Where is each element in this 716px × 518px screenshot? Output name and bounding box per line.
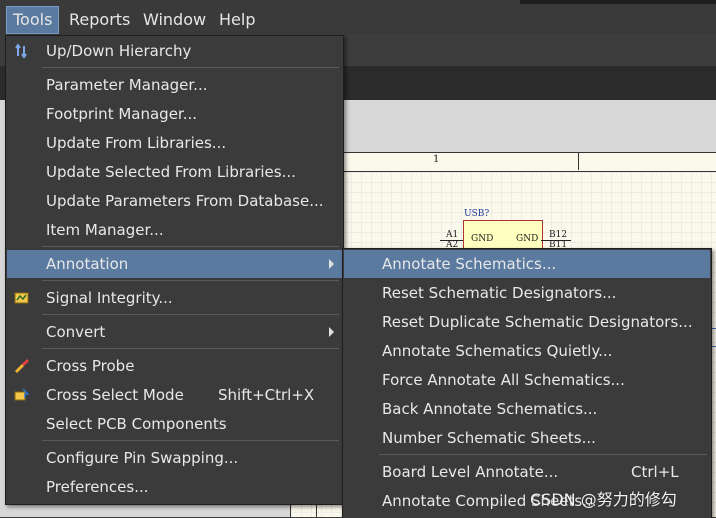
pin-line xyxy=(541,240,571,241)
menu-reports[interactable]: Reports xyxy=(63,7,136,33)
menu-item-label: Annotate Schematics Quietly... xyxy=(382,342,613,360)
menu-item-footprint-manager[interactable]: Footprint Manager... xyxy=(7,100,342,128)
menu-item-label: Update Selected From Libraries... xyxy=(46,163,296,181)
sheet-border-zone xyxy=(290,152,716,172)
menu-item-label: Number Schematic Sheets... xyxy=(382,429,596,447)
signal-integrity-icon xyxy=(14,290,30,306)
menu-item-board-level-annotate[interactable]: Board Level Annotate... Ctrl+L xyxy=(344,458,710,486)
menu-item-label: Footprint Manager... xyxy=(46,105,198,123)
menu-item-label: Cross Probe xyxy=(46,357,135,375)
menu-item-label: Signal Integrity... xyxy=(46,289,173,307)
sheet-zone-label: 1 xyxy=(433,154,440,165)
menu-item-label: Parameter Manager... xyxy=(46,76,208,94)
menu-item-label: Configure Pin Swapping... xyxy=(46,449,239,467)
menu-item-number-schematic-sheets[interactable]: Number Schematic Sheets... xyxy=(344,424,710,452)
title-strip xyxy=(520,0,716,4)
menu-help[interactable]: Help xyxy=(213,7,261,33)
pin-number-b12: B12 xyxy=(549,230,568,240)
menu-tools[interactable]: Tools xyxy=(6,6,60,34)
cross-probe-icon xyxy=(14,358,30,374)
menu-item-convert[interactable]: Convert xyxy=(7,318,342,346)
menu-item-label: Reset Schematic Designators... xyxy=(382,284,617,302)
menu-item-label: Preferences... xyxy=(46,478,149,496)
component-designator: USB? xyxy=(464,209,490,219)
menu-item-cross-probe[interactable]: Cross Probe xyxy=(7,352,342,380)
menu-item-label: Convert xyxy=(46,323,106,341)
menu-item-update-from-libraries[interactable]: Update From Libraries... xyxy=(7,129,342,157)
menu-item-label: Up/Down Hierarchy xyxy=(46,42,192,60)
annotation-submenu: Annotate Schematics... Reset Schematic D… xyxy=(342,248,712,518)
menu-item-label: Annotation xyxy=(46,255,129,273)
menu-item-parameter-manager[interactable]: Parameter Manager... xyxy=(7,71,342,99)
menu-item-label: Board Level Annotate... xyxy=(382,463,559,481)
pin-line xyxy=(440,240,463,241)
menu-separator xyxy=(42,348,339,349)
sheet-zone-divider xyxy=(578,152,579,170)
menu-item-label: Reset Duplicate Schematic Designators... xyxy=(382,313,693,331)
submenu-arrow-icon xyxy=(329,327,334,337)
watermark: CSDN @努力的修勾 xyxy=(530,490,677,509)
menu-item-label: Back Annotate Schematics... xyxy=(382,400,598,418)
menu-separator xyxy=(42,440,339,441)
pin-name-gnd: GND xyxy=(471,234,494,244)
menu-separator xyxy=(42,314,339,315)
menu-item-select-pcb-components[interactable]: Select PCB Components xyxy=(7,410,342,438)
menu-item-update-parameters-from-database[interactable]: Update Parameters From Database... xyxy=(7,187,342,215)
hierarchy-arrows-icon xyxy=(14,43,30,59)
menu-window[interactable]: Window xyxy=(137,7,212,33)
usb-component[interactable]: GND GND xyxy=(463,220,543,250)
pin-name-gnd: GND xyxy=(516,234,539,244)
menu-separator xyxy=(42,246,339,247)
menu-item-up-down-hierarchy[interactable]: Up/Down Hierarchy xyxy=(7,37,342,65)
menu-separator xyxy=(379,454,707,455)
menu-item-signal-integrity[interactable]: Signal Integrity... xyxy=(7,284,342,312)
menu-item-cross-select-mode[interactable]: Cross Select Mode Shift+Ctrl+X xyxy=(7,381,342,409)
menu-item-label: Cross Select Mode xyxy=(46,386,184,404)
menu-item-label: Update Parameters From Database... xyxy=(46,192,324,210)
menu-item-annotate-schematics-quietly[interactable]: Annotate Schematics Quietly... xyxy=(344,337,710,365)
menu-item-label: Force Annotate All Schematics... xyxy=(382,371,625,389)
menu-item-back-annotate-schematics[interactable]: Back Annotate Schematics... xyxy=(344,395,710,423)
menu-item-force-annotate-all-schematics[interactable]: Force Annotate All Schematics... xyxy=(344,366,710,394)
menu-item-label: Update From Libraries... xyxy=(46,134,227,152)
menu-item-configure-pin-swapping[interactable]: Configure Pin Swapping... xyxy=(7,444,342,472)
menu-item-update-selected-from-libraries[interactable]: Update Selected From Libraries... xyxy=(7,158,342,186)
menu-item-label: Item Manager... xyxy=(46,221,164,239)
menu-item-preferences[interactable]: Preferences... xyxy=(7,473,342,501)
menu-item-annotation[interactable]: Annotation xyxy=(7,250,342,278)
menu-item-label: Select PCB Components xyxy=(46,415,227,433)
submenu-arrow-icon xyxy=(329,259,334,269)
menu-item-item-manager[interactable]: Item Manager... xyxy=(7,216,342,244)
menu-separator xyxy=(42,280,339,281)
pin-number-a1: A1 xyxy=(446,230,459,240)
menu-bar: Tools Reports Window Help xyxy=(0,0,716,34)
menu-item-shortcut: Ctrl+L xyxy=(631,463,679,481)
cross-select-icon xyxy=(14,387,30,403)
menu-item-shortcut: Shift+Ctrl+X xyxy=(218,386,315,404)
menu-item-label: Annotate Schematics... xyxy=(382,255,557,273)
tools-menu: Up/Down Hierarchy Parameter Manager... F… xyxy=(5,35,344,505)
menu-separator xyxy=(42,67,339,68)
menu-item-reset-schematic-designators[interactable]: Reset Schematic Designators... xyxy=(344,279,710,307)
menu-item-reset-duplicate-schematic-designators[interactable]: Reset Duplicate Schematic Designators... xyxy=(344,308,710,336)
menu-item-annotate-schematics[interactable]: Annotate Schematics... xyxy=(344,250,710,278)
